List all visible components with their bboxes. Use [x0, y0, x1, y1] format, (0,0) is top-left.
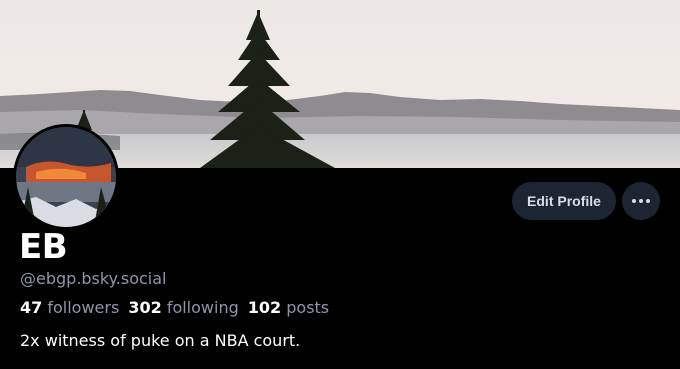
avatar[interactable]: [13, 124, 119, 230]
profile-bio: 2x witness of puke on a NBA court.: [20, 331, 301, 350]
followers-label: followers: [47, 298, 120, 317]
following-label: following: [166, 298, 239, 317]
following-link[interactable]: 302 following: [128, 298, 238, 317]
following-count: 302: [128, 298, 162, 317]
more-options-button[interactable]: [622, 182, 660, 220]
user-handle: @ebgp.bsky.social: [20, 269, 167, 288]
display-name: EB: [19, 227, 68, 267]
more-horizontal-icon: [632, 199, 650, 203]
posts-stat: 102 posts: [248, 298, 329, 317]
followers-count: 47: [20, 298, 43, 317]
followers-link[interactable]: 47 followers: [20, 298, 119, 317]
edit-profile-button[interactable]: Edit Profile: [512, 182, 616, 220]
posts-label: posts: [286, 298, 330, 317]
posts-count: 102: [247, 298, 282, 317]
avatar-image: [16, 127, 116, 227]
profile-stats: 47 followers 302 following 102 posts: [20, 298, 329, 317]
